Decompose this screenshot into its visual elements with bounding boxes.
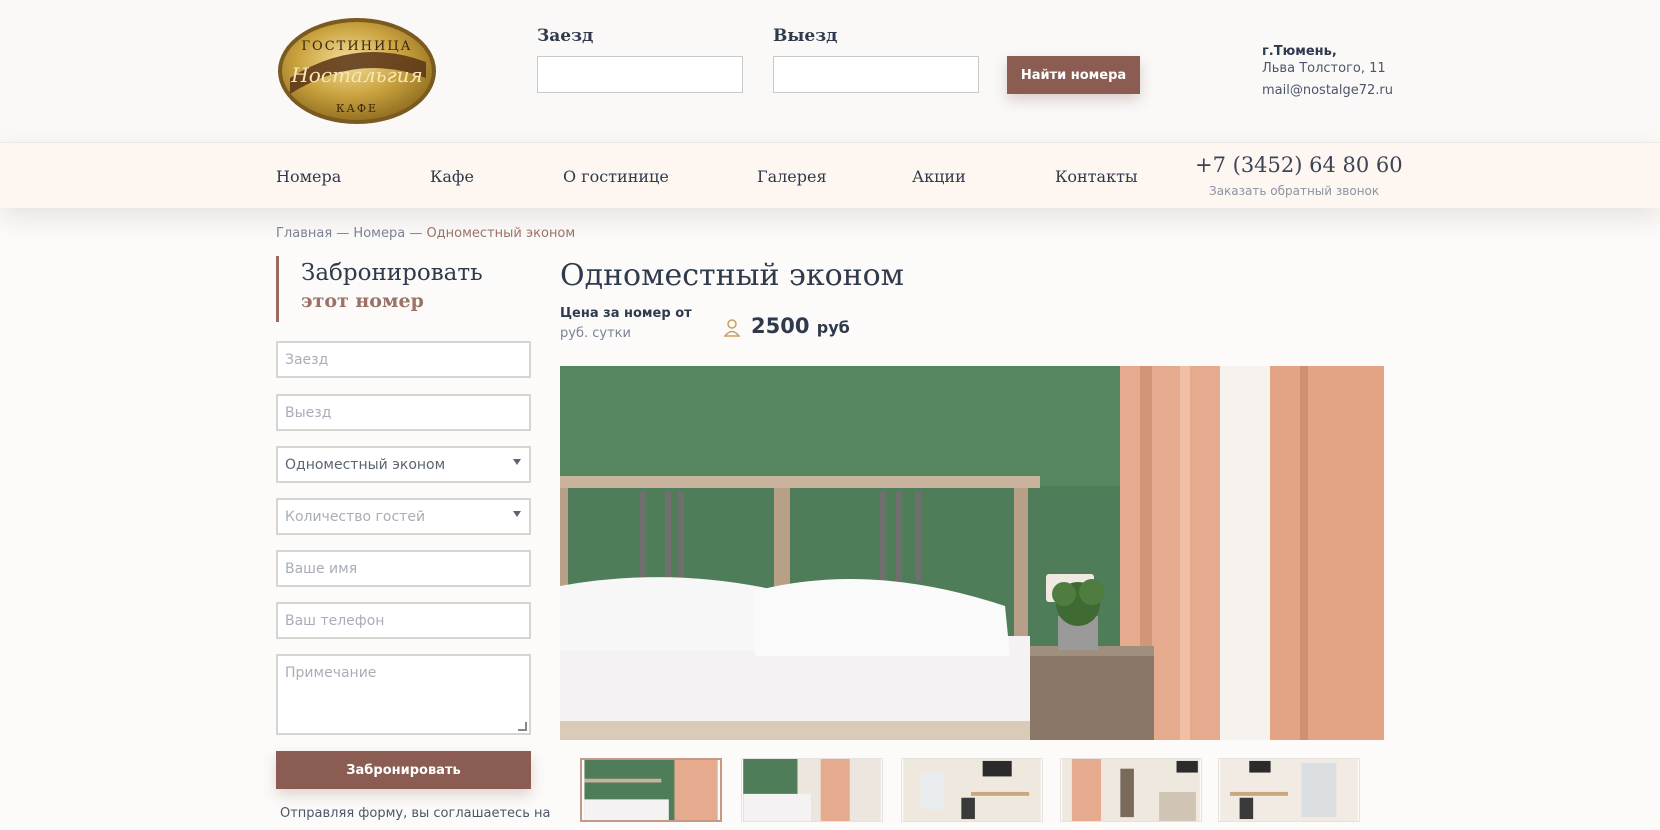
price-amount: 2500: [751, 314, 810, 338]
note-placeholder: Примечание: [285, 665, 377, 681]
room-type-select[interactable]: Одноместный эконом: [276, 446, 531, 483]
contact-email-link[interactable]: mail@nostalge72.ru: [1262, 83, 1393, 98]
breadcrumb-home[interactable]: Главная: [276, 226, 332, 241]
price-unit: руб. сутки: [560, 326, 631, 341]
gallery-thumbnail[interactable]: [901, 758, 1043, 822]
name-placeholder: Ваше имя: [285, 561, 358, 577]
logo-top-text: ГОСТИНИЦА: [301, 39, 412, 54]
phone-field[interactable]: Ваш телефон: [276, 602, 531, 639]
gallery-thumbnail[interactable]: [1218, 758, 1360, 822]
chevron-down-icon: [513, 511, 521, 517]
chevron-down-icon: [513, 459, 521, 465]
consent-text: Отправляя форму, вы соглашаетесь на: [280, 806, 551, 821]
breadcrumb-separator: —: [405, 226, 427, 241]
phone-number[interactable]: +7 (3452) 64 80 60: [1195, 153, 1403, 177]
logo-bottom-text: КАФЕ: [336, 102, 378, 115]
find-rooms-button[interactable]: Найти номера: [1007, 56, 1140, 94]
nav-item-about[interactable]: О гостинице: [563, 167, 669, 186]
guests-select[interactable]: Количество гостей: [276, 498, 531, 535]
callback-link[interactable]: Заказать обратный звонок: [1209, 184, 1379, 198]
price-currency: руб: [816, 318, 850, 337]
booking-checkin-placeholder: Заезд: [285, 352, 329, 368]
contact-street: Льва Толстого, 11: [1262, 61, 1386, 76]
room-title: Одноместный эконом: [560, 258, 905, 293]
guests-placeholder: Количество гостей: [285, 509, 426, 525]
name-field[interactable]: Ваше имя: [276, 550, 531, 587]
logo-name-text: Ностальгия: [290, 63, 422, 87]
room-type-value: Одноместный эконом: [285, 457, 446, 473]
phone-placeholder: Ваш телефон: [285, 613, 385, 629]
booking-checkin-field[interactable]: Заезд: [276, 341, 531, 378]
gallery-thumbnail[interactable]: [580, 758, 722, 822]
breadcrumb-rooms[interactable]: Номера: [353, 226, 405, 241]
checkout-label: Выезд: [773, 26, 838, 46]
breadcrumb-current: Одноместный эконом: [426, 226, 576, 241]
booking-heading: Забронировать этот номер: [276, 256, 516, 322]
price-label: Цена за номер от: [560, 306, 692, 321]
nav-item-contacts[interactable]: Контакты: [1055, 167, 1138, 186]
checkin-label: Заезд: [537, 26, 594, 46]
site-header: ГОСТИНИЦА Ностальгия КАФЕ Заезд Выезд На…: [0, 0, 1660, 142]
resize-handle-icon[interactable]: [518, 722, 527, 731]
checkout-input[interactable]: [773, 56, 979, 93]
nav-item-cafe[interactable]: Кафе: [430, 167, 474, 186]
nav-item-gallery[interactable]: Галерея: [757, 167, 827, 186]
booking-checkout-field[interactable]: Выезд: [276, 394, 531, 431]
booking-subtitle: этот номер: [301, 290, 424, 312]
room-main-photo[interactable]: [560, 366, 1384, 740]
checkin-input[interactable]: [537, 56, 743, 93]
book-submit-button[interactable]: Забронировать: [276, 751, 531, 789]
price-value: 2500 руб: [751, 314, 850, 338]
breadcrumb-separator: —: [332, 226, 354, 241]
person-icon: [724, 319, 740, 337]
breadcrumb: Главная — Номера — Одноместный эконом: [276, 226, 575, 241]
nav-item-promos[interactable]: Акции: [912, 167, 966, 186]
nav-item-rooms[interactable]: Номера: [276, 167, 341, 186]
contact-city: г.Тюмень,: [1262, 44, 1337, 59]
booking-checkout-placeholder: Выезд: [285, 405, 332, 421]
main-nav: Номера Кафе О гостинице Галерея Акции Ко…: [0, 142, 1660, 208]
gallery-thumbnail[interactable]: [1060, 758, 1202, 822]
booking-title: Забронировать: [301, 260, 483, 286]
hotel-logo[interactable]: ГОСТИНИЦА Ностальгия КАФЕ: [276, 16, 438, 126]
gallery-thumbnail[interactable]: [741, 758, 883, 822]
note-textarea[interactable]: Примечание: [276, 654, 531, 735]
